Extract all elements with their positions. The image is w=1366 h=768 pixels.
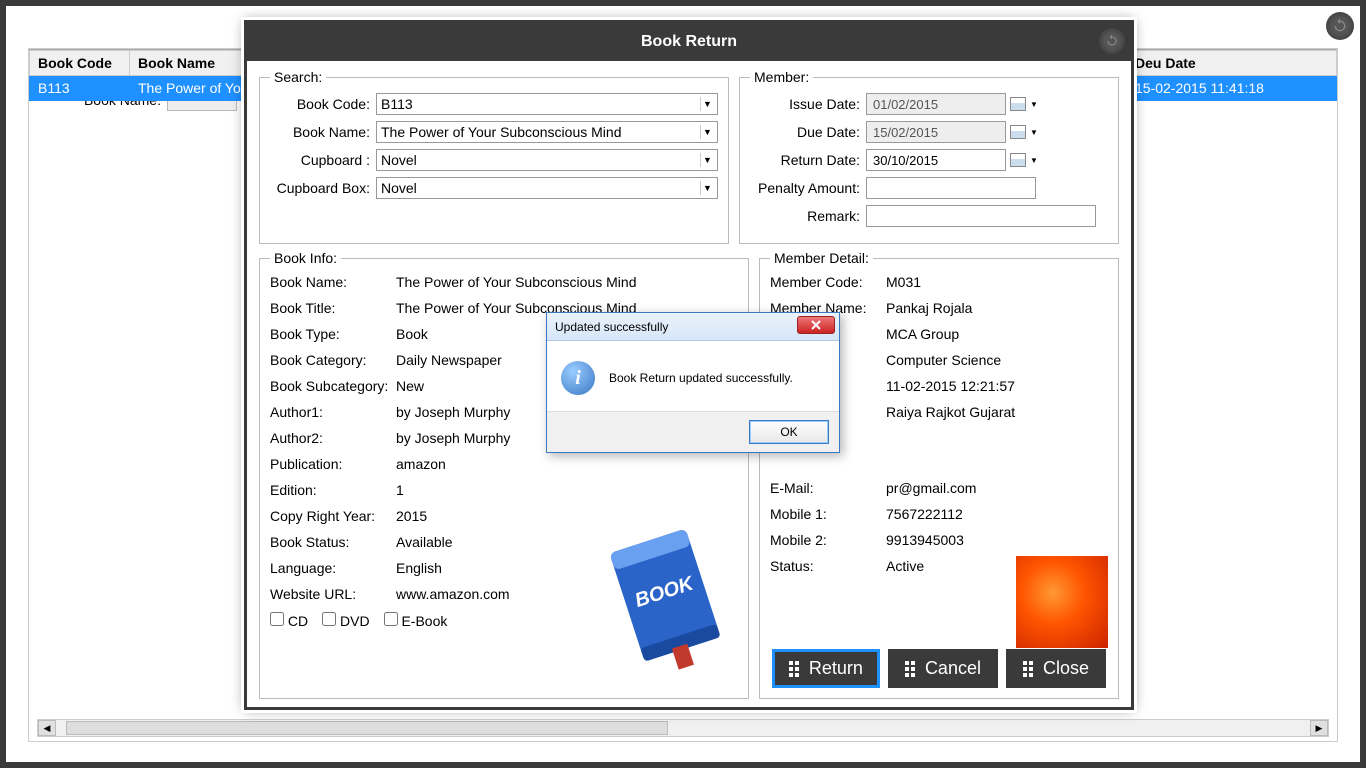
col-book-code[interactable]: Book Code — [30, 51, 130, 76]
chevron-down-icon[interactable]: ▼ — [1030, 156, 1038, 165]
messagebox-close-button[interactable] — [797, 316, 835, 334]
messagebox-text: Book Return updated successfully. — [609, 371, 793, 385]
search-cupboard-box-label: Cupboard Box: — [270, 180, 370, 196]
search-cupboard-box-combo[interactable]: Novel▼ — [376, 177, 718, 199]
outer-refresh-icon[interactable] — [1326, 12, 1354, 40]
info-edition: 1 — [396, 482, 738, 498]
member-group: MCA Group — [886, 326, 1108, 342]
member-dept: Computer Science — [886, 352, 1108, 368]
search-legend: Search: — [270, 69, 326, 85]
member-photo — [1016, 556, 1108, 648]
member-mobile1: 7567222112 — [886, 506, 1108, 522]
member-mobile2: 9913945003 — [886, 532, 1108, 548]
return-date-label: Return Date: — [750, 152, 860, 168]
list-icon — [905, 661, 915, 677]
chevron-down-icon[interactable]: ▼ — [1030, 100, 1038, 109]
calendar-icon[interactable] — [1010, 153, 1026, 167]
scroll-thumb[interactable] — [66, 721, 668, 735]
member-fieldset: Member: Issue Date: ▼ Due Date: ▼ — [739, 69, 1119, 244]
list-icon — [789, 661, 799, 677]
messagebox-ok-button[interactable]: OK — [749, 420, 829, 444]
remark-label: Remark: — [750, 208, 860, 224]
search-cupboard-combo[interactable]: Novel▼ — [376, 149, 718, 171]
calendar-icon[interactable] — [1010, 97, 1026, 111]
search-book-code-label: Book Code: — [270, 96, 370, 112]
dialog-title: Book Return — [641, 33, 737, 51]
cell-code: B113 — [30, 76, 130, 101]
info-publication: amazon — [396, 456, 738, 472]
chevron-down-icon: ▼ — [700, 97, 714, 111]
member-code: M031 — [886, 274, 1108, 290]
search-fieldset: Search: Book Code: B113▼ Book Name: The … — [259, 69, 729, 244]
close-icon — [811, 320, 821, 330]
member-joined: 11-02-2015 12:21:57 — [886, 378, 1108, 394]
due-date-input[interactable] — [866, 121, 1006, 143]
dvd-checkbox[interactable]: DVD — [322, 612, 369, 629]
penalty-label: Penalty Amount: — [750, 180, 860, 196]
scroll-right-icon[interactable]: ▶ — [1310, 720, 1328, 736]
memberdetail-legend: Member Detail: — [770, 250, 873, 266]
info-icon: i — [561, 361, 595, 395]
list-icon — [1023, 661, 1033, 677]
dialog-refresh-icon[interactable] — [1099, 28, 1125, 54]
chevron-down-icon: ▼ — [700, 181, 714, 195]
chevron-down-icon: ▼ — [700, 153, 714, 167]
member-address: Raiya Rajkot Gujarat — [886, 404, 1108, 420]
search-cupboard-label: Cupboard : — [270, 152, 370, 168]
cd-checkbox[interactable]: CD — [270, 612, 308, 629]
outer-window: Book Code: Book Name: Clear Export To Ex… — [0, 0, 1366, 768]
dialog-titlebar: Book Return — [247, 23, 1131, 61]
return-date-input[interactable] — [866, 149, 1006, 171]
close-button[interactable]: Close — [1006, 649, 1106, 688]
chevron-down-icon: ▼ — [700, 125, 714, 139]
member-name: Pankaj Rojala — [886, 300, 1108, 316]
scroll-left-icon[interactable]: ◀ — [38, 720, 56, 736]
bookinfo-legend: Book Info: — [270, 250, 341, 266]
info-book-name: The Power of Your Subconscious Mind — [396, 274, 738, 290]
ebook-checkbox[interactable]: E-Book — [384, 612, 448, 629]
messagebox: Updated successfully i Book Return updat… — [546, 312, 840, 453]
cell-due: 15-02-2015 11:41:18 — [1127, 76, 1337, 101]
horizontal-scrollbar[interactable]: ◀ ▶ — [37, 719, 1329, 737]
search-book-code-combo[interactable]: B113▼ — [376, 93, 718, 115]
issue-date-input[interactable] — [866, 93, 1006, 115]
book-image: BOOK — [596, 508, 736, 688]
messagebox-titlebar: Updated successfully — [547, 313, 839, 341]
member-legend: Member: — [750, 69, 813, 85]
chevron-down-icon[interactable]: ▼ — [1030, 128, 1038, 137]
issue-date-label: Issue Date: — [750, 96, 860, 112]
member-email: pr@gmail.com — [886, 480, 1108, 496]
cancel-button[interactable]: Cancel — [888, 649, 998, 688]
penalty-input[interactable] — [866, 177, 1036, 199]
remark-input[interactable] — [866, 205, 1096, 227]
return-button[interactable]: Return — [772, 649, 880, 688]
due-date-label: Due Date: — [750, 124, 860, 140]
col-due-date[interactable]: Deu Date — [1127, 51, 1337, 76]
search-book-name-combo[interactable]: The Power of Your Subconscious Mind▼ — [376, 121, 718, 143]
calendar-icon[interactable] — [1010, 125, 1026, 139]
search-book-name-label: Book Name: — [270, 124, 370, 140]
messagebox-title: Updated successfully — [555, 320, 668, 334]
